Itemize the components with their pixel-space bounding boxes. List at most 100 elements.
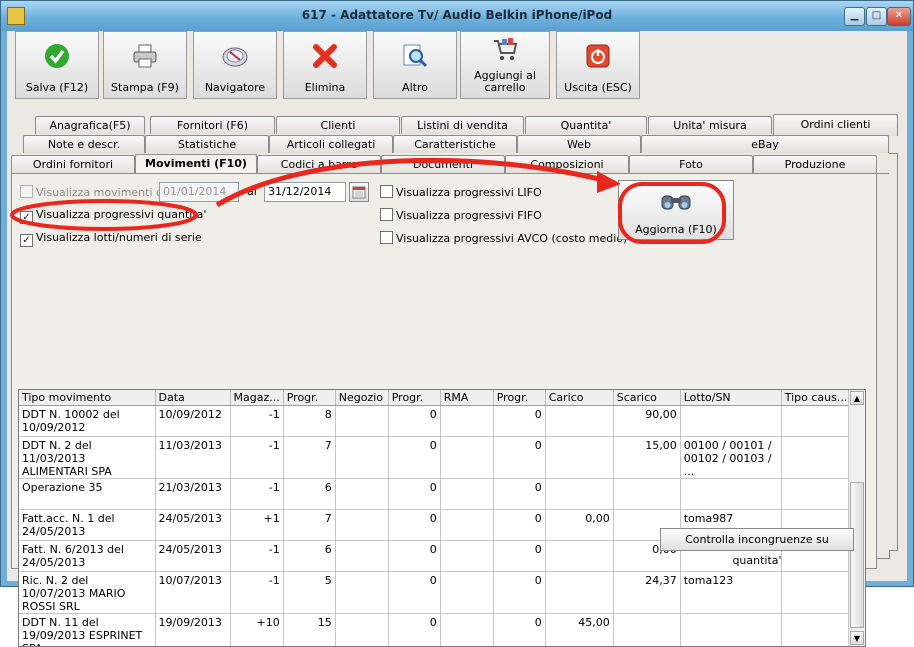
scroll-thumb[interactable]: [850, 482, 864, 628]
tab-note-descr[interactable]: Note e descr.: [23, 135, 145, 153]
column-header[interactable]: Data: [155, 390, 230, 406]
scroll-down-arrow-icon[interactable]: ▼: [850, 631, 864, 645]
save-button[interactable]: Salva (F12): [15, 31, 99, 99]
show-movements-from-checkbox[interactable]: Visualizza movimenti dal: [20, 185, 173, 200]
table-row[interactable]: DDT N. 10002 del 10/09/201210/09/2012-18…: [19, 406, 853, 437]
navigator-button[interactable]: Navigatore: [193, 31, 277, 99]
table-cell: [335, 406, 388, 437]
table-cell: [440, 572, 493, 614]
check-inconsistencies-button[interactable]: Controlla incongruenze su quantita': [660, 528, 854, 551]
compass-icon: [221, 42, 249, 70]
column-header[interactable]: Lotto/SN: [680, 390, 781, 406]
tab-produzione[interactable]: Produzione: [753, 155, 877, 173]
tab-movimenti[interactable]: Movimenti (F10): [135, 154, 257, 173]
column-header[interactable]: Progr.: [493, 390, 545, 406]
fifo-label: Visualizza progressivi FIFO: [396, 209, 542, 222]
cart-icon: [491, 36, 519, 64]
column-header[interactable]: RMA: [440, 390, 493, 406]
tab-statistiche[interactable]: Statistiche: [145, 135, 269, 153]
tab-composizioni[interactable]: Composizioni: [505, 155, 629, 173]
tab-articoli-collegati[interactable]: Articoli collegati: [269, 135, 393, 153]
date-to-field[interactable]: 31/12/2014: [264, 182, 346, 202]
show-lots-checkbox[interactable]: ✓Visualizza lotti/numeri di serie: [20, 231, 202, 246]
table-row[interactable]: DDT N. 2 del 11/03/2013 ALIMENTARI SPA11…: [19, 437, 853, 479]
tab-caratteristiche[interactable]: Caratteristiche: [393, 135, 517, 153]
lifo-checkbox[interactable]: Visualizza progressivi LIFO: [380, 185, 542, 200]
tab-codici-barre[interactable]: Codici a barre: [257, 155, 381, 173]
calendar-button[interactable]: [349, 182, 369, 202]
column-header[interactable]: Scarico: [613, 390, 680, 406]
table-cell: [781, 437, 853, 479]
table-cell: [440, 614, 493, 647]
table-row[interactable]: Operazione 3521/03/2013-1600: [19, 479, 853, 510]
magnifier-icon: [401, 42, 429, 70]
grid-vertical-scrollbar[interactable]: ▲ ▼: [848, 390, 865, 646]
tab-fornitori[interactable]: Fornitori (F6): [150, 116, 275, 134]
tab-clienti[interactable]: Clienti: [276, 116, 400, 134]
other-button[interactable]: Altro: [373, 31, 457, 99]
avco-checkbox[interactable]: Visualizza progressivi AVCO (costo medio…: [380, 231, 627, 246]
table-cell: [613, 479, 680, 510]
close-button[interactable]: ✕: [887, 7, 911, 26]
tab-web[interactable]: Web: [517, 135, 641, 153]
table-cell: 10/07/2013: [155, 572, 230, 614]
tab-listini[interactable]: Listini di vendita: [401, 116, 524, 134]
delete-button[interactable]: Elimina: [283, 31, 367, 99]
column-header[interactable]: Progr.: [388, 390, 440, 406]
table-cell: -1: [230, 572, 283, 614]
show-progressive-qty-checkbox[interactable]: ✓Visualizza progressivi quantita': [20, 208, 206, 223]
tab-documenti[interactable]: Documenti: [381, 155, 505, 173]
tab-foto[interactable]: Foto: [629, 155, 753, 173]
tab-page-edge-2: [889, 153, 898, 551]
table-cell: [781, 614, 853, 647]
table-cell: [545, 572, 613, 614]
column-header[interactable]: Tipo caus...: [781, 390, 853, 406]
table-cell: [440, 479, 493, 510]
save-label: Salva (F12): [16, 82, 98, 94]
scroll-up-arrow-icon[interactable]: ▲: [850, 391, 864, 405]
tab-ordini-clienti[interactable]: Ordini clienti: [773, 114, 898, 136]
main-window: 617 - Adattatore Tv/ Audio Belkin iPhone…: [0, 0, 914, 587]
print-button[interactable]: Stampa (F9): [103, 31, 187, 99]
table-cell: 24,37: [613, 572, 680, 614]
movements-grid[interactable]: Tipo movimentoDataMagaz...Progr.NegozioP…: [18, 389, 866, 647]
column-header[interactable]: Tipo movimento: [19, 390, 155, 406]
show-progressive-qty-label: Visualizza progressivi quantita': [36, 208, 206, 221]
column-header[interactable]: Magaz...: [230, 390, 283, 406]
table-cell: +1: [230, 510, 283, 541]
table-cell: 21/03/2013: [155, 479, 230, 510]
table-cell: 45,00: [545, 614, 613, 647]
table-cell: [335, 437, 388, 479]
delete-label: Elimina: [284, 82, 366, 94]
tab-unita-misura[interactable]: Unita' misura: [648, 116, 772, 134]
table-cell: [335, 572, 388, 614]
minimize-button[interactable]: ▁: [844, 7, 865, 26]
table-cell: 15,00: [613, 437, 680, 479]
tab-quantita[interactable]: Quantita': [525, 116, 647, 134]
table-cell: 0: [388, 437, 440, 479]
table-cell: 0: [493, 406, 545, 437]
column-header[interactable]: Progr.: [283, 390, 335, 406]
date-from-field[interactable]: 01/01/2014: [159, 182, 239, 202]
table-cell: [335, 541, 388, 572]
movements-panel: Visualizza movimenti dal 01/01/2014 al 3…: [11, 173, 877, 569]
title-bar: 617 - Adattatore Tv/ Audio Belkin iPhone…: [1, 1, 913, 31]
tab-ebay[interactable]: eBay: [641, 135, 889, 153]
table-row[interactable]: DDT N. 11 del 19/09/2013 ESPRINET SPA19/…: [19, 614, 853, 647]
column-header[interactable]: Negozio: [335, 390, 388, 406]
table-cell: 11/03/2013: [155, 437, 230, 479]
exit-button[interactable]: Uscita (ESC): [556, 31, 640, 99]
column-header[interactable]: Carico: [545, 390, 613, 406]
tab-anagrafica[interactable]: Anagrafica(F5): [35, 116, 145, 134]
delete-x-icon: [311, 42, 339, 70]
refresh-button[interactable]: Aggiorna (F10): [618, 180, 734, 240]
add-to-cart-button[interactable]: Aggiungi al carrello: [460, 31, 550, 99]
fifo-checkbox[interactable]: Visualizza progressivi FIFO: [380, 208, 542, 223]
exit-label: Uscita (ESC): [557, 82, 639, 94]
table-cell: 0,00: [545, 510, 613, 541]
show-lots-label: Visualizza lotti/numeri di serie: [36, 231, 202, 244]
table-cell: [781, 406, 853, 437]
tab-ordini-fornitori[interactable]: Ordini fornitori: [11, 155, 135, 173]
table-row[interactable]: Ric. N. 2 del 10/07/2013 MARIO ROSSI SRL…: [19, 572, 853, 614]
maximize-button[interactable]: □: [866, 7, 887, 26]
